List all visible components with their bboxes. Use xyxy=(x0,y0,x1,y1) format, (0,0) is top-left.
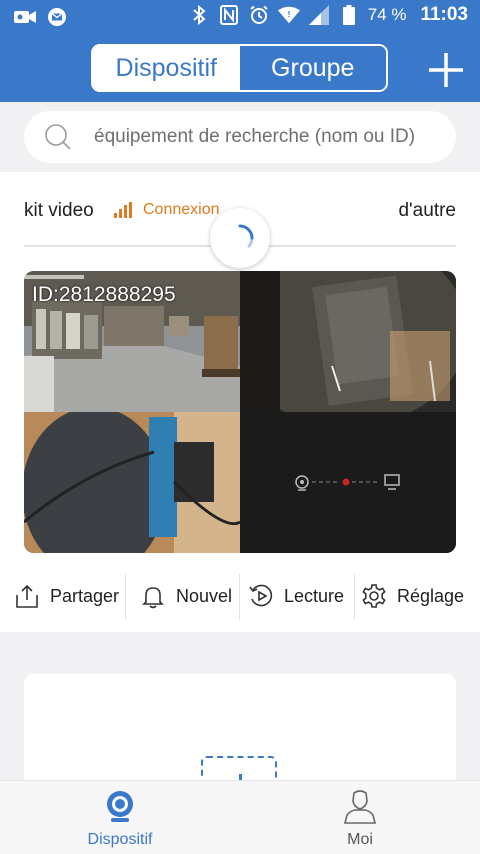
signal-strength-icon xyxy=(114,202,132,218)
status-bar: ! 74 % 11:03 xyxy=(0,0,480,36)
playback-button[interactable]: Lecture xyxy=(240,572,354,620)
alarm-icon xyxy=(248,4,270,26)
tab-dispositif[interactable]: Dispositif xyxy=(93,46,240,90)
person-icon xyxy=(342,789,378,825)
camera-icon xyxy=(14,6,36,28)
camera-feed-2 xyxy=(240,271,456,412)
nfc-icon xyxy=(218,4,240,26)
search-bar xyxy=(24,111,456,163)
search-input[interactable] xyxy=(94,111,454,163)
device-name: kit video xyxy=(24,200,94,221)
settings-button[interactable]: Réglage xyxy=(355,572,480,620)
mail-icon xyxy=(46,6,68,28)
camera-feed-4-offline xyxy=(240,412,456,553)
settings-label: Réglage xyxy=(397,585,465,606)
bell-icon xyxy=(140,583,166,609)
tab-groupe[interactable]: Groupe xyxy=(239,46,386,90)
nav-dispositif-label: Dispositif xyxy=(87,831,153,848)
bluetooth-icon xyxy=(188,4,210,26)
search-section xyxy=(0,102,480,172)
new-alerts-label: Nouvel xyxy=(176,585,233,606)
battery-icon xyxy=(338,4,360,26)
plus-icon[interactable] xyxy=(428,52,464,88)
share-button[interactable]: Partager xyxy=(0,572,125,620)
svg-text:!: ! xyxy=(287,10,290,19)
new-alerts-button[interactable]: Nouvel xyxy=(126,572,239,620)
wifi-icon: ! xyxy=(277,4,300,26)
nav-moi-label: Moi xyxy=(347,831,373,848)
search-icon xyxy=(44,123,72,151)
other-settings-link[interactable]: d'autre xyxy=(398,200,456,222)
playback-icon xyxy=(248,583,274,609)
share-label: Partager xyxy=(50,585,120,606)
connection-status[interactable]: Connexion xyxy=(143,201,220,219)
nav-dispositif[interactable]: Dispositif xyxy=(0,781,240,854)
loading-spinner-icon xyxy=(210,208,270,268)
playback-label: Lecture xyxy=(284,585,345,606)
battery-percent: 74 % xyxy=(367,5,407,24)
share-icon xyxy=(14,583,40,609)
nav-moi[interactable]: Moi xyxy=(240,781,480,854)
camera-preview[interactable]: ID:2812888295 xyxy=(24,271,456,553)
top-header: Dispositif Groupe xyxy=(0,36,480,102)
camera-id-label: ID:2812888295 xyxy=(32,283,176,306)
device-card: kit video Connexion d'autre ID:281288829… xyxy=(0,172,480,632)
camera-feed-3 xyxy=(24,412,240,553)
view-segmented-control: Dispositif Groupe xyxy=(91,44,388,92)
clock: 11:03 xyxy=(420,4,468,25)
camera-device-icon xyxy=(102,789,138,825)
settings-gear-icon xyxy=(361,583,387,609)
device-actions: Partager Nouvel Lecture Réglage xyxy=(0,572,480,632)
cell-signal-icon xyxy=(308,4,330,26)
bottom-navigation: Dispositif Moi xyxy=(0,780,480,854)
